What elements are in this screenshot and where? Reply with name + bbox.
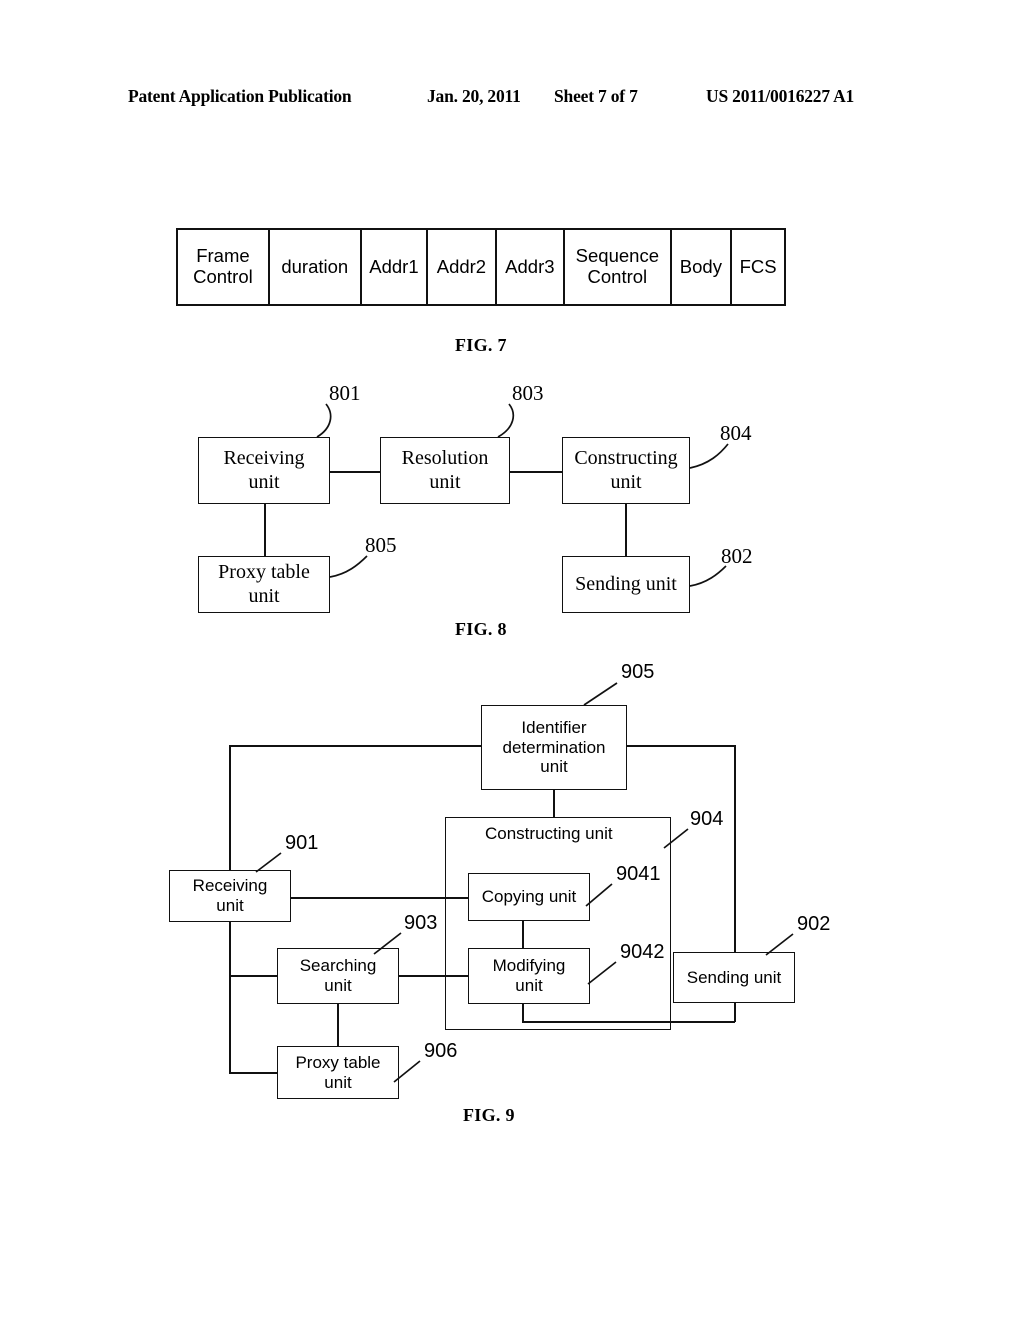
block-label-line: unit xyxy=(610,470,642,493)
connector-receiving-proxy xyxy=(264,504,266,556)
block-label-line: Proxy table xyxy=(218,561,310,584)
reference-numeral-901: 901 xyxy=(285,832,319,854)
reference-numeral-805: 805 xyxy=(365,533,397,557)
connector-resolution-constructing xyxy=(510,471,562,473)
block-label-line: Identifier xyxy=(521,717,587,737)
reference-numeral-801: 801 xyxy=(329,381,361,405)
block-sending-unit-802: Sending unit xyxy=(562,556,690,613)
table-cell-body: Body xyxy=(672,230,733,304)
table-cell-duration: duration xyxy=(270,230,362,304)
connector-receiving-to-copying xyxy=(290,897,469,899)
block-label-line: unit xyxy=(540,757,568,777)
connector-identifier-to-right-rail xyxy=(626,745,735,747)
cell-line: Control xyxy=(193,266,253,287)
block-label-line: Searching xyxy=(299,956,377,976)
cell-line: Control xyxy=(587,266,648,287)
block-label-line: unit xyxy=(248,470,280,493)
connector-searching-to-proxy-table xyxy=(337,1003,339,1047)
connector-left-rail-to-identifier xyxy=(229,745,482,747)
lead-line-802 xyxy=(689,565,727,587)
block-label-line: Sending unit xyxy=(575,572,677,595)
reference-numeral-903: 903 xyxy=(404,912,438,934)
connector-modifying-down-stub xyxy=(522,1003,524,1022)
block-sending-unit-902: Sending unit xyxy=(673,952,795,1003)
block-proxy-table-unit-805: Proxy table unit xyxy=(198,556,330,613)
block-label-line: Constructing xyxy=(574,447,678,470)
block-label-line: unit xyxy=(324,976,352,995)
block-constructing-unit-804: Constructing unit xyxy=(562,437,690,504)
connector-bus-to-proxy-table xyxy=(229,1072,278,1074)
cell-line: Frame xyxy=(196,245,250,267)
block-label-line: Receiving xyxy=(192,876,268,896)
connector-receiving-resolution xyxy=(330,471,380,473)
block-label-line: Proxy table xyxy=(295,1052,381,1072)
connector-identifier-to-constructing xyxy=(553,790,555,818)
figure-caption-9: FIG. 9 xyxy=(463,1105,515,1125)
block-copying-unit-9041: Copying unit xyxy=(468,873,590,921)
connector-searching-to-modifying xyxy=(398,975,469,977)
lead-line-801 xyxy=(316,403,332,438)
cell-line: FCS xyxy=(739,255,777,277)
cell-line: Addr3 xyxy=(505,255,555,277)
reference-numeral-804: 804 xyxy=(720,421,752,445)
publication-label: Patent Application Publication xyxy=(128,86,352,106)
block-label-line: unit xyxy=(429,470,461,493)
connector-constructing-sending xyxy=(625,504,627,556)
cell-line: Addr1 xyxy=(369,255,419,277)
frame-format-table: Frame Control duration Addr1 Addr2 Addr3 … xyxy=(176,228,786,306)
reference-numeral-905: 905 xyxy=(621,661,655,683)
block-label-line: unit xyxy=(324,1072,352,1092)
cell-line: Body xyxy=(679,255,722,277)
table-cell-sequence-control: Sequence Control xyxy=(565,230,672,304)
block-label-line: Resolution xyxy=(401,447,489,470)
block-label-line: Copying unit xyxy=(481,887,577,907)
lead-line-905 xyxy=(583,682,618,706)
figure-caption-7: FIG. 7 xyxy=(455,335,507,355)
block-label-line: Sending unit xyxy=(686,967,782,987)
patent-number: US 2011/0016227 A1 xyxy=(706,86,855,106)
figure-caption-8: FIG. 8 xyxy=(455,619,507,639)
block-identifier-determination-unit-905: Identifier determination unit xyxy=(481,705,627,790)
block-searching-unit-903: Searching unit xyxy=(277,948,399,1004)
reference-numeral-902: 902 xyxy=(797,913,831,935)
block-label-line: unit xyxy=(216,896,244,915)
connector-bus-to-searching xyxy=(229,975,278,977)
table-cell-fcs: FCS xyxy=(732,230,784,304)
block-modifying-unit-9042: Modifying unit xyxy=(468,948,590,1004)
page-header: Patent Application Publication Jan. 20, … xyxy=(0,86,1024,114)
block-receiving-unit-801: Receiving unit xyxy=(198,437,330,504)
cell-line: duration xyxy=(281,255,349,277)
lead-line-804 xyxy=(689,443,729,469)
reference-numeral-904: 904 xyxy=(690,808,724,830)
lead-line-805 xyxy=(329,555,368,578)
block-label-line: Modifying xyxy=(492,956,566,976)
sheet-number: Sheet 7 of 7 xyxy=(554,86,638,106)
block-label-line: unit xyxy=(248,584,280,607)
reference-numeral-9042: 9042 xyxy=(620,941,665,963)
group-title-constructing-unit: Constructing unit xyxy=(485,824,613,843)
block-label-line: determination xyxy=(502,737,606,757)
connector-bottom-rail-modifying-to-sending xyxy=(522,1021,735,1023)
block-label-line: unit xyxy=(515,976,543,995)
cell-line: Addr2 xyxy=(436,255,487,277)
cell-line: Sequence xyxy=(575,245,659,267)
reference-numeral-802: 802 xyxy=(721,544,753,568)
reference-numeral-906: 906 xyxy=(424,1040,458,1062)
reference-numeral-9041: 9041 xyxy=(616,863,661,885)
block-resolution-unit-803: Resolution unit xyxy=(380,437,510,504)
table-cell-addr3: Addr3 xyxy=(497,230,566,304)
table-cell-addr2: Addr2 xyxy=(428,230,497,304)
lead-line-803 xyxy=(497,403,515,438)
block-label-line: Receiving xyxy=(223,447,305,470)
block-proxy-table-unit-906: Proxy table unit xyxy=(277,1046,399,1099)
connector-copying-to-modifying xyxy=(522,921,524,949)
block-receiving-unit-901: Receiving unit xyxy=(169,870,291,922)
publication-date: Jan. 20, 2011 xyxy=(427,86,521,106)
table-cell-addr1: Addr1 xyxy=(362,230,429,304)
reference-numeral-803: 803 xyxy=(512,381,544,405)
table-cell-frame-control: Frame Control xyxy=(178,230,270,304)
